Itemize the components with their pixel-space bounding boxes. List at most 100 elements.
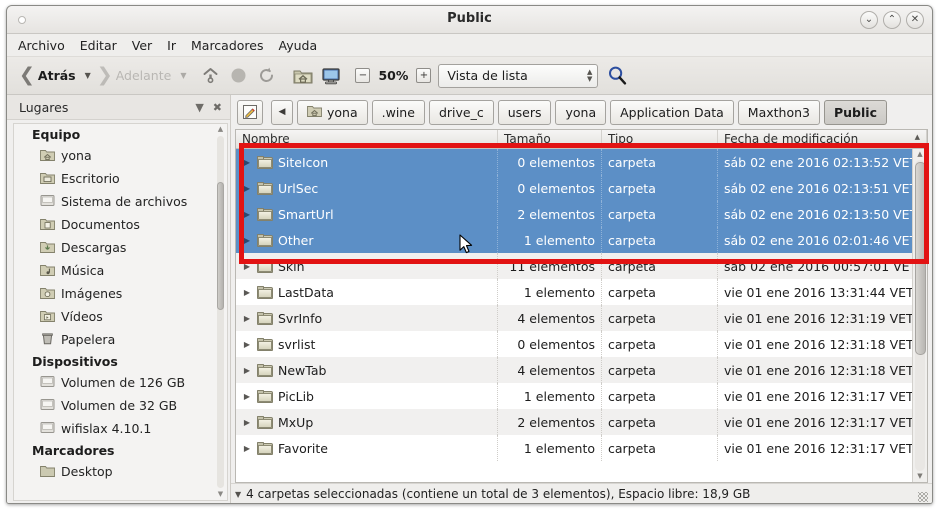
breadcrumb-item-users[interactable]: users: [497, 99, 552, 125]
resize-grip[interactable]: [918, 492, 928, 502]
sidebar-scrollbar[interactable]: ▲ ▼: [216, 126, 225, 498]
back-dropdown-icon[interactable]: ▼: [85, 71, 91, 80]
breadcrumb-item-wine[interactable]: .wine: [371, 99, 425, 125]
mouse-cursor: [459, 234, 475, 260]
minimize-button[interactable]: ⌄: [860, 11, 878, 29]
status-bar: ▼ 4 carpetas seleccionadas (contiene un …: [231, 483, 932, 503]
cell-size: 1 elemento: [498, 227, 602, 253]
expand-triangle-icon[interactable]: ▶: [242, 366, 252, 375]
table-row[interactable]: ▶ SiteIcon 0 elementos carpeta sáb 02 en…: [236, 149, 927, 175]
computer-icon[interactable]: [318, 63, 344, 89]
folder-icon: [257, 337, 273, 351]
sidebar-item-volumen-126gb[interactable]: Volumen de 126 GB: [14, 371, 227, 394]
cell-type: carpeta: [602, 435, 718, 461]
expand-triangle-icon[interactable]: ▶: [242, 184, 252, 193]
expand-triangle-icon[interactable]: ▶: [242, 314, 252, 323]
column-header-nombre[interactable]: Nombre: [236, 130, 498, 148]
expand-triangle-icon[interactable]: ▶: [242, 158, 252, 167]
expand-triangle-icon[interactable]: ▶: [242, 262, 252, 271]
breadcrumb-item-yona-2[interactable]: yona: [555, 99, 607, 125]
sidebar-item-volumen-32gb[interactable]: Volumen de 32 GB: [14, 394, 227, 417]
table-row[interactable]: ▶ MxUp 2 elementos carpeta vie 01 ene 20…: [236, 409, 927, 435]
maximize-button[interactable]: ⌃: [883, 11, 901, 29]
zoom-in-button[interactable]: +: [416, 68, 432, 83]
expand-triangle-icon[interactable]: ▶: [242, 392, 252, 401]
menu-archivo[interactable]: Archivo: [16, 37, 67, 54]
file-list: Nombre Tamaño Tipo Fecha de modificación…: [235, 129, 928, 483]
table-row[interactable]: ▶ UrlSec 0 elementos carpeta sáb 02 ene …: [236, 175, 927, 201]
scroll-thumb[interactable]: [915, 162, 926, 355]
column-header-tipo[interactable]: Tipo: [602, 130, 718, 148]
breadcrumb-item-maxthon3[interactable]: Maxthon3: [737, 99, 820, 125]
up-icon[interactable]: [197, 63, 223, 89]
table-row[interactable]: ▶ Skin 11 elementos carpeta sáb 02 ene 2…: [236, 253, 927, 279]
file-list-scrollbar[interactable]: ▲ ▼: [912, 149, 927, 482]
cell-date: vie 01 ene 2016 12:31:17 VET: [724, 388, 914, 404]
scroll-up-icon[interactable]: ▲: [216, 126, 225, 133]
places-group-dispositivos: Dispositivos: [32, 354, 118, 369]
expand-triangle-icon[interactable]: ▶: [242, 288, 252, 297]
table-row[interactable]: ▶ LastData 1 elemento carpeta vie 01 ene…: [236, 279, 927, 305]
cell-date: sáb 02 ene 2016 02:13:50 VET: [718, 201, 927, 227]
sidebar-item-documentos[interactable]: Documentos: [14, 213, 227, 236]
home-folder-icon[interactable]: [290, 63, 316, 89]
zoom-out-button[interactable]: −: [355, 68, 371, 83]
close-button[interactable]: ✕: [906, 11, 924, 29]
table-row[interactable]: ▶ svrlist 0 elementos carpeta vie 01 ene…: [236, 331, 927, 357]
table-row[interactable]: ▶ NewTab 4 elementos carpeta vie 01 ene …: [236, 357, 927, 383]
breadcrumb-item-application-data[interactable]: Application Data: [610, 99, 734, 125]
menu-ayuda[interactable]: Ayuda: [277, 37, 320, 54]
scroll-up-icon[interactable]: ▲: [913, 149, 927, 160]
sidebar-item-sistema-de-archivos[interactable]: Sistema de archivos: [14, 190, 227, 213]
cell-name: ▶ MxUp: [236, 409, 498, 435]
table-row[interactable]: ▶ Other 1 elemento carpeta sáb 02 ene 20…: [236, 227, 927, 253]
scroll-down-icon[interactable]: ▼: [216, 491, 225, 498]
expand-triangle-icon[interactable]: ▶: [242, 210, 252, 219]
breadcrumb-item-public[interactable]: Public: [824, 99, 887, 125]
cell-date: sáb 02 ene 2016 02:13:52 VET: [718, 149, 927, 175]
search-icon[interactable]: [604, 63, 630, 89]
view-mode-select[interactable]: Vista de lista ▲ ▼: [438, 63, 599, 88]
breadcrumb-prev-button[interactable]: ◀: [271, 99, 293, 125]
sidebar-item-label: Vídeos: [61, 309, 103, 324]
column-header-fecha[interactable]: Fecha de modificación ▲: [718, 130, 927, 148]
chevron-down-icon[interactable]: ▼: [195, 101, 203, 114]
expand-triangle-icon[interactable]: ▶: [242, 444, 252, 453]
reload-icon[interactable]: [253, 63, 279, 89]
table-row[interactable]: ▶ SmartUrl 2 elementos carpeta sáb 02 en…: [236, 201, 927, 227]
column-header-tamano[interactable]: Tamaño: [498, 130, 602, 148]
file-name: UrlSec: [278, 180, 319, 196]
sidebar-item-imagenes[interactable]: Imágenes: [14, 282, 227, 305]
folder-icon: [257, 285, 273, 299]
cell-name: ▶ svrlist: [236, 331, 498, 357]
menu-ir[interactable]: Ir: [165, 37, 178, 54]
edit-location-icon[interactable]: [237, 99, 263, 125]
breadcrumb-item-yona[interactable]: yona: [297, 99, 368, 125]
menu-editar[interactable]: Editar: [78, 37, 119, 54]
cell-size: 1 elemento: [498, 435, 602, 461]
file-name: LastData: [278, 284, 334, 300]
close-sidebar-icon[interactable]: ✖: [213, 101, 222, 114]
table-row[interactable]: ▶ SvrInfo 4 elementos carpeta vie 01 ene…: [236, 305, 927, 331]
sidebar-item-wifislax[interactable]: wifislax 4.10.1: [14, 417, 227, 440]
expand-triangle-icon[interactable]: ▶: [242, 236, 252, 245]
table-row[interactable]: ▶ PicLib 1 elemento carpeta vie 01 ene 2…: [236, 383, 927, 409]
sidebar-scroll-thumb[interactable]: [217, 182, 224, 310]
back-button[interactable]: ❮ Atrás: [15, 64, 80, 87]
places-group-marcadores: Marcadores: [32, 443, 115, 458]
breadcrumb-item-drive-c[interactable]: drive_c: [428, 99, 494, 125]
sidebar-item-desktop[interactable]: Desktop: [14, 460, 227, 483]
scroll-down-icon[interactable]: ▼: [913, 471, 927, 482]
menu-marcadores[interactable]: Marcadores: [189, 37, 266, 54]
sidebar-item-label: Descargas: [61, 240, 127, 255]
expand-triangle-icon[interactable]: ▶: [242, 340, 252, 349]
sidebar-item-papelera[interactable]: Papelera: [14, 328, 227, 351]
expand-triangle-icon[interactable]: ▶: [242, 418, 252, 427]
sidebar-item-yona[interactable]: yona: [14, 144, 227, 167]
sidebar-item-descargas[interactable]: Descargas: [14, 236, 227, 259]
sidebar-item-musica[interactable]: Música: [14, 259, 227, 282]
sidebar-item-escritorio[interactable]: Escritorio: [14, 167, 227, 190]
sidebar-item-videos[interactable]: Vídeos: [14, 305, 227, 328]
menu-ver[interactable]: Ver: [130, 37, 154, 54]
table-row[interactable]: ▶ Favorite 1 elemento carpeta vie 01 ene…: [236, 435, 927, 461]
